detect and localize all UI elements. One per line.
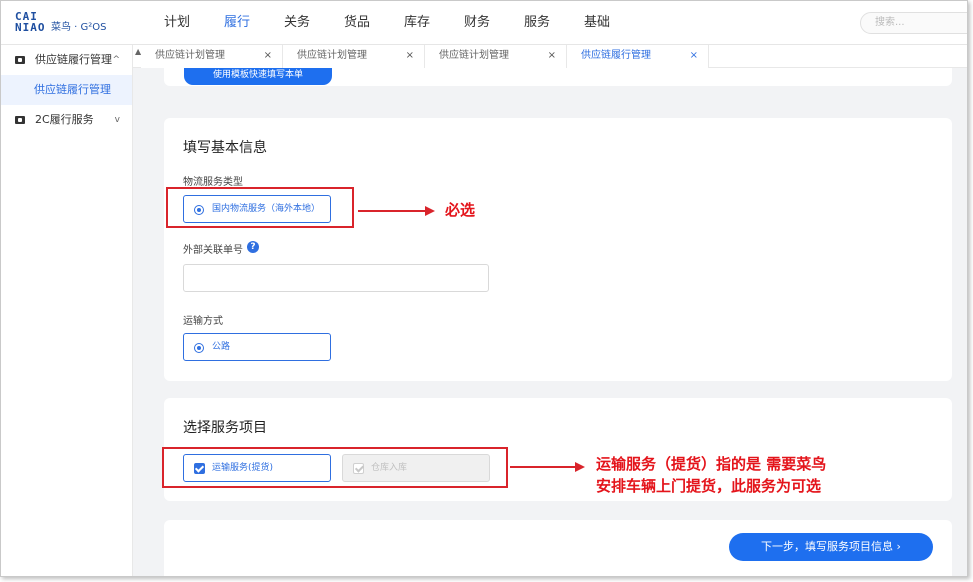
chevron-down-icon: v — [114, 115, 120, 125]
annotation-note-line1: 运输服务（提货）指的是 需要菜鸟 — [596, 455, 827, 473]
cainiao-logo[interactable]: CAI NIAO 菜鸟 · G²OS — [15, 11, 115, 37]
transport-label: 运输方式 — [183, 316, 223, 327]
external-no-label: 外部关联单号 — [183, 245, 243, 256]
sidebar-group-2c[interactable]: 2C履行服务 v — [1, 105, 132, 135]
card-icon — [15, 56, 25, 64]
annotation-note-line2: 安排车辆上门提货，此服务为可选 — [596, 477, 822, 495]
annotation-note-required: 必选 — [445, 201, 476, 219]
arrow-right-icon — [425, 206, 435, 216]
help-icon[interactable]: ? — [247, 241, 259, 253]
radio-label: 公路 — [212, 342, 231, 352]
close-icon[interactable]: × — [690, 45, 698, 67]
close-icon[interactable]: × — [406, 45, 414, 67]
sidebar-item-supply-chain-fulfillment[interactable]: 供应链履行管理 — [1, 75, 132, 105]
radio-selected-icon — [194, 343, 204, 353]
next-step-button[interactable]: 下一步，填写服务项目信息 › — [729, 533, 933, 561]
template-fill-button[interactable]: 使用模板快速填写本单 — [184, 68, 332, 85]
search-input[interactable]: 搜索... — [860, 12, 967, 34]
section-title: 选择服务项目 — [183, 420, 267, 436]
nav-item-basic[interactable]: 基础 — [567, 1, 627, 45]
sidebar-group-supply-chain[interactable]: 供应链履行管理 ^ — [1, 45, 132, 75]
nav-item-finance[interactable]: 财务 — [447, 1, 507, 45]
tab-label: 供应链计划管理 — [155, 50, 225, 61]
external-no-input[interactable] — [183, 264, 489, 292]
annotation-box-service-items — [162, 447, 508, 488]
sidebar-group-label: 2C履行服务 — [35, 113, 94, 126]
tab-plan-1[interactable]: 供应链计划管理 × — [141, 45, 283, 68]
nav-item-inventory[interactable]: 库存 — [387, 1, 447, 45]
nav-item-plan[interactable]: 计划 — [147, 1, 207, 45]
card-icon — [15, 116, 25, 124]
nav-item-goods[interactable]: 货品 — [327, 1, 387, 45]
tab-fulfillment[interactable]: 供应链履行管理 × — [567, 45, 709, 68]
sidebar-group-label: 供应链履行管理 — [35, 53, 112, 66]
service-type-label: 物流服务类型 — [183, 177, 243, 188]
chevron-up-icon: ^ — [112, 55, 120, 65]
tab-plan-3[interactable]: 供应链计划管理 × — [425, 45, 567, 68]
tab-plan-2[interactable]: 供应链计划管理 × — [283, 45, 425, 68]
arrow-right-icon — [575, 462, 585, 472]
annotation-box-service-type — [166, 187, 354, 228]
close-icon[interactable]: × — [548, 45, 556, 67]
top-nav: 计划 履行 关务 货品 库存 财务 服务 基础 — [147, 1, 627, 45]
annotation-arrow-line — [358, 210, 426, 212]
tab-bar: ▲ 供应链计划管理 × 供应链计划管理 × 供应链计划管理 × 供应链履行管理 … — [133, 45, 967, 68]
annotation-arrow-line — [510, 466, 576, 468]
section-title: 填写基本信息 — [183, 140, 267, 156]
logo-suffix: 菜鸟 · G²OS — [51, 22, 107, 33]
tab-label: 供应链履行管理 — [581, 50, 651, 61]
nav-item-service[interactable]: 服务 — [507, 1, 567, 45]
top-bar: CAI NIAO 菜鸟 · G²OS 计划 履行 关务 货品 库存 财务 服务 … — [1, 1, 967, 45]
app-window: CAI NIAO 菜鸟 · G²OS 计划 履行 关务 货品 库存 财务 服务 … — [0, 0, 968, 577]
logo-line2: NIAO — [15, 21, 46, 34]
nav-item-fulfillment[interactable]: 履行 — [207, 1, 267, 45]
close-icon[interactable]: × — [264, 45, 272, 67]
tab-label: 供应链计划管理 — [439, 50, 509, 61]
main-content[interactable]: 使用模板快速填写本单 填写基本信息 物流服务类型 国内物流服务（海外本地） 外部… — [133, 68, 967, 576]
footer-card: 下一步，填写服务项目信息 › — [164, 520, 952, 576]
sidebar: 供应链履行管理 ^ 供应链履行管理 2C履行服务 v — [1, 45, 133, 576]
nav-item-customs[interactable]: 关务 — [267, 1, 327, 45]
template-card: 使用模板快速填写本单 — [164, 68, 952, 86]
transport-radio[interactable]: 公路 — [183, 333, 331, 361]
tab-label: 供应链计划管理 — [297, 50, 367, 61]
basic-info-card: 填写基本信息 物流服务类型 国内物流服务（海外本地） 外部关联单号 ? 运输方式… — [164, 118, 952, 381]
